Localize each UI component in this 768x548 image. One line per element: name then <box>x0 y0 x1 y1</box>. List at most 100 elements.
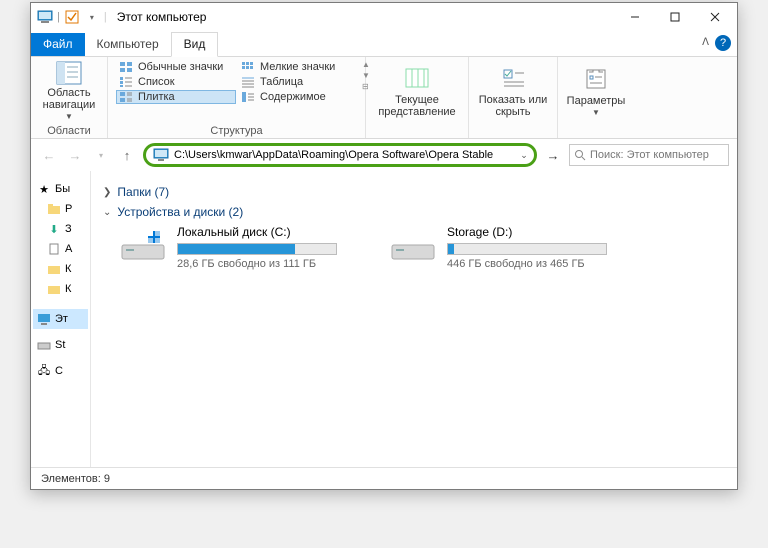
qat-divider: | <box>57 11 60 23</box>
search-box[interactable]: Поиск: Этот компьютер <box>569 144 729 166</box>
chevron-down-icon: ▼ <box>65 113 73 122</box>
status-bar: Элементов: 9 <box>31 467 737 489</box>
folder-icon <box>47 282 61 296</box>
sidebar-item[interactable]: St <box>33 335 88 355</box>
titlebar: | ▾ | Этот компьютер <box>31 3 737 31</box>
options-label: Параметры <box>567 95 626 107</box>
content-area: ★Бы Р ⬇З А К К Эт St 🖧C ❯ Папки (7) ⌄ Ус… <box>31 171 737 467</box>
tab-computer[interactable]: Компьютер <box>85 33 171 56</box>
nav-pane-icon <box>55 60 83 85</box>
sidebar-item-this-pc[interactable]: Эт <box>33 309 88 329</box>
drive-name: Локальный диск (C:) <box>177 225 349 239</box>
qat-dropdown-icon[interactable]: ▾ <box>84 9 100 25</box>
qat-sep: | <box>104 11 107 23</box>
layout-content[interactable]: Содержимое <box>238 90 358 104</box>
quick-access-toolbar: | ▾ | <box>33 9 107 25</box>
chevron-down-icon: ▼ <box>592 109 600 118</box>
sidebar-item[interactable]: ⬇З <box>43 219 88 239</box>
group-label: Устройства и диски (2) <box>117 205 243 219</box>
search-icon <box>574 149 586 161</box>
chevron-right-icon: ❯ <box>103 187 111 198</box>
small-grid-icon <box>240 61 256 73</box>
explorer-window: | ▾ | Этот компьютер Файл Компьютер Вид … <box>30 2 738 490</box>
file-list[interactable]: ❯ Папки (7) ⌄ Устройства и диски (2) Лок… <box>91 171 737 467</box>
minimize-button[interactable] <box>615 3 655 31</box>
sidebar-item[interactable]: К <box>43 259 88 279</box>
storage-bar <box>177 243 337 255</box>
collapse-ribbon-icon[interactable]: ᐱ <box>702 37 709 48</box>
nav-pane-button[interactable]: Область навигации ▼ <box>39 60 99 122</box>
history-dropdown[interactable]: ▾ <box>91 145 111 165</box>
ribbon-tabs: Файл Компьютер Вид ᐱ ? <box>31 31 737 57</box>
layout-small-icons[interactable]: Мелкие значки <box>238 60 358 74</box>
nav-pane-label: Область навигации <box>39 87 99 111</box>
star-icon: ★ <box>37 182 51 196</box>
show-hide-label: Показать или скрыть <box>477 94 549 118</box>
address-box[interactable]: ⌄ <box>143 143 537 167</box>
tab-file[interactable]: Файл <box>31 33 85 56</box>
table-icon <box>240 76 256 88</box>
ribbon: Область навигации ▼ Области Обычные знач… <box>31 57 737 139</box>
group-folders[interactable]: ❯ Папки (7) <box>103 185 725 199</box>
address-bar: ← → ▾ ↑ ⌄ → Поиск: Этот компьютер <box>31 139 737 171</box>
sidebar-item[interactable]: ★Бы <box>33 179 88 199</box>
drive-list: Локальный диск (C:) 28,6 ГБ свободно из … <box>119 225 725 270</box>
tile-icon <box>118 91 134 103</box>
sidebar-item[interactable]: Р <box>43 199 88 219</box>
content-icon <box>240 91 256 103</box>
layout-table[interactable]: Таблица <box>238 75 358 89</box>
address-dropdown-icon[interactable]: ⌄ <box>516 150 532 161</box>
drive-icon <box>37 338 51 352</box>
checkbox-icon[interactable] <box>64 9 80 25</box>
pc-icon <box>152 147 170 163</box>
window-title: Этот компьютер <box>117 10 207 24</box>
pc-icon[interactable] <box>37 9 53 25</box>
tab-view[interactable]: Вид <box>171 32 219 57</box>
address-input[interactable] <box>170 149 516 161</box>
options-icon <box>582 65 610 93</box>
chevron-down-icon: ⌄ <box>103 207 111 218</box>
drive-free: 446 ГБ свободно из 465 ГБ <box>447 258 619 270</box>
download-icon: ⬇ <box>47 222 61 236</box>
help-icon[interactable]: ? <box>715 35 731 51</box>
status-text: Элементов: 9 <box>41 473 110 485</box>
ribbon-group-label: Области <box>39 124 99 137</box>
search-placeholder: Поиск: Этот компьютер <box>590 149 709 161</box>
layout-tile[interactable]: Плитка <box>116 90 236 104</box>
ribbon-group-label: Структура <box>116 124 357 137</box>
show-hide-button[interactable]: Показать или скрыть <box>477 60 549 122</box>
drive-d[interactable]: Storage (D:) 446 ГБ свободно из 465 ГБ <box>389 225 619 270</box>
sidebar-item[interactable]: К <box>43 279 88 299</box>
ribbon-group-layout: Обычные значки Список Плитка Мелкие знач… <box>108 57 366 138</box>
drive-icon <box>119 225 167 261</box>
nav-pane: ★Бы Р ⬇З А К К Эт St 🖧C <box>31 171 91 467</box>
ribbon-group-panes: Область навигации ▼ Области <box>31 57 108 138</box>
pc-icon <box>37 312 51 326</box>
ribbon-group-options: Параметры ▼ <box>558 57 634 138</box>
options-button[interactable]: Параметры ▼ <box>566 60 626 122</box>
drive-free: 28,6 ГБ свободно из 111 ГБ <box>177 258 349 270</box>
layout-list[interactable]: Список <box>116 75 236 89</box>
sidebar-item[interactable]: А <box>43 239 88 259</box>
maximize-button[interactable] <box>655 3 695 31</box>
layout-regular-icons[interactable]: Обычные значки <box>116 60 236 74</box>
columns-icon <box>403 64 431 92</box>
ribbon-group-show-hide: Показать или скрыть <box>469 57 558 138</box>
network-icon: 🖧 <box>37 364 51 378</box>
drive-c[interactable]: Локальный диск (C:) 28,6 ГБ свободно из … <box>119 225 349 270</box>
close-button[interactable] <box>695 3 735 31</box>
up-button[interactable]: ↑ <box>117 145 137 165</box>
current-view-button[interactable]: Текущее представление <box>374 60 460 122</box>
grid-icon <box>118 61 134 73</box>
go-button[interactable]: → <box>543 145 563 165</box>
forward-button[interactable]: → <box>65 145 85 165</box>
folder-icon <box>47 262 61 276</box>
sidebar-item[interactable]: 🖧C <box>33 361 88 381</box>
group-devices[interactable]: ⌄ Устройства и диски (2) <box>103 205 725 219</box>
drive-name: Storage (D:) <box>447 225 619 239</box>
folder-icon <box>47 202 61 216</box>
checkbox-list-icon <box>499 64 527 92</box>
current-view-label: Текущее представление <box>374 94 460 118</box>
storage-bar <box>447 243 607 255</box>
back-button[interactable]: ← <box>39 145 59 165</box>
